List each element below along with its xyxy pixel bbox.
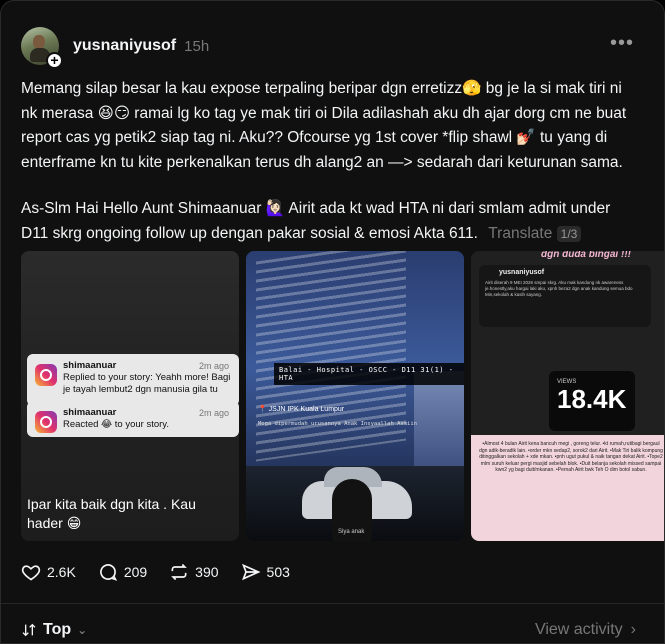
image-watermark-text: Siya anak <box>338 529 365 535</box>
view-activity-label: View activity <box>534 621 623 638</box>
media-image-2[interactable]: Balai - Hospital - OSCC - D11 31(1) - HT… <box>246 251 464 541</box>
post-time: 15h <box>184 37 210 55</box>
translate-link[interactable]: Translate <box>488 225 552 242</box>
divider <box>1 603 664 604</box>
instagram-notification: shimaanuar 2m ago Reacted 😂 to your stor… <box>27 401 239 437</box>
image-subtext: Moga dipermudah urusannya Anak Insyaalla… <box>258 421 417 427</box>
heart-icon <box>21 565 41 581</box>
sort-dropdown[interactable]: Top ⌄ <box>21 621 87 639</box>
post-footer: Top ⌄ View activity › <box>21 621 636 639</box>
views-count: 18.4K <box>557 384 627 414</box>
embedded-username: yusnaniyusof <box>499 269 545 276</box>
building-graphic <box>414 371 464 471</box>
sort-icon <box>22 623 36 637</box>
comment-icon <box>99 564 117 581</box>
share-button[interactable]: 503 <box>241 562 290 582</box>
embedded-post: yusnaniyusof Airit diserah 9 MEI 2026 sm… <box>479 265 651 327</box>
more-options-icon[interactable]: ••• <box>610 33 634 53</box>
embedded-text: Airit diserah 9 MEI 2026 smpai skrg. Aku… <box>485 280 633 297</box>
like-button[interactable]: 2.6K <box>21 562 76 582</box>
image-note-text: •Almost 4 bulan Airit kena bancuh megi ,… <box>471 435 664 541</box>
media-image-1[interactable]: shimaanuar 2m ago Replied to your story:… <box>21 251 239 541</box>
repost-button[interactable]: 390 <box>169 562 219 582</box>
building-graphic <box>256 251 406 462</box>
notification-text: Replied to your story: Yeahh more! Bagi … <box>63 372 231 395</box>
follow-plus-icon[interactable]: + <box>46 52 63 69</box>
username[interactable]: yusnaniyusof <box>73 37 176 55</box>
share-count: 503 <box>266 564 290 580</box>
comment-button[interactable]: 209 <box>98 562 147 582</box>
media-pager: 1/3 <box>556 225 582 242</box>
thread-post-card: + yusnaniyusof 15h ••• Memang silap besa… <box>0 0 665 644</box>
post-actions: 2.6K 209 390 503 <box>21 562 312 582</box>
notification-time: 2m ago <box>198 408 229 418</box>
avatar[interactable]: + <box>21 27 63 69</box>
like-count: 2.6K <box>47 564 76 580</box>
post-text-paragraph-2: As-Slm Hai Hello Aunt Shimaanuar 🙋🏻‍♀️ A… <box>21 197 631 246</box>
notification-time: 2m ago <box>198 361 229 371</box>
sort-label: Top <box>43 621 72 638</box>
repost-count: 390 <box>195 564 219 580</box>
share-icon <box>241 563 261 581</box>
instagram-icon <box>35 411 57 433</box>
hospital-label: Balai - Hospital - OSCC - D11 31(1) - HT… <box>274 363 464 385</box>
image-caption: Ipar kita baik dgn kita . Kau hader 😁 <box>27 496 196 531</box>
post-text-paragraph-1: Memang silap besar la kau expose terpali… <box>21 80 627 171</box>
chevron-right-icon: › <box>630 621 636 638</box>
chevron-down-icon: ⌄ <box>77 623 88 637</box>
repost-icon <box>171 563 188 581</box>
instagram-icon <box>35 364 57 386</box>
media-image-3[interactable]: dgn duda bingai !!! yusnaniyusof Airit d… <box>471 251 664 541</box>
screenshot-graphic: dgn duda bingai !!! yusnaniyusof Airit d… <box>471 251 664 446</box>
views-card: VIEWS 18.4K <box>549 371 635 431</box>
post-header: + yusnaniyusof 15h <box>21 25 210 69</box>
comment-count: 209 <box>123 564 148 580</box>
notification-text: Reacted 😂 to your story. <box>63 419 169 430</box>
instagram-notification: shimaanuar 2m ago Replied to your story:… <box>27 354 239 406</box>
view-activity-link[interactable]: View activity › <box>535 621 636 639</box>
image-title: dgn duda bingai !!! <box>541 251 631 260</box>
location-label: 📍 JSJN IPK Kuala Lumpur <box>258 406 345 413</box>
avatar-face <box>33 35 45 49</box>
